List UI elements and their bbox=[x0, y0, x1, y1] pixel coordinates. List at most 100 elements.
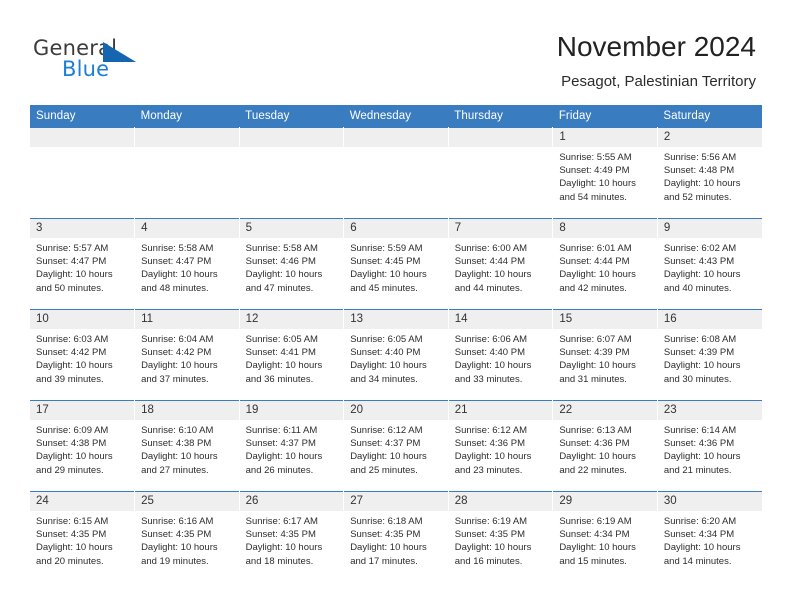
sunset-text: Sunset: 4:36 PM bbox=[454, 438, 525, 450]
day-details: Sunrise: 6:05 AM Sunset: 4:40 PM Daylight:… bbox=[344, 329, 448, 386]
calendar-day-cell[interactable]: 23 Sunrise: 6:14 AM Sunset: 4:36 PM Dayligh… bbox=[657, 400, 762, 492]
calendar-day-cell[interactable]: 10 Sunrise: 6:03 AM Sunset: 4:42 PM Dayligh… bbox=[30, 309, 136, 401]
calendar-week-row: 24 Sunrise: 6:15 AM Sunset: 4:35 PM Dayligh… bbox=[30, 491, 762, 582]
day-details: Sunrise: 6:15 AM Sunset: 4:35 PM Daylight:… bbox=[30, 511, 134, 568]
sunset-text: Sunset: 4:35 PM bbox=[141, 529, 212, 541]
daylight-text: Daylight: 10 hours and 31 minutes. bbox=[559, 360, 636, 385]
calendar-day-cell[interactable]: 15 Sunrise: 6:07 AM Sunset: 4:39 PM Dayligh… bbox=[552, 309, 658, 401]
calendar-day-cell[interactable]: 16 Sunrise: 6:08 AM Sunset: 4:39 PM Dayligh… bbox=[657, 309, 762, 401]
calendar-day-cell[interactable]: 11 Sunrise: 6:04 AM Sunset: 4:42 PM Dayligh… bbox=[134, 309, 240, 401]
calendar-grid: Sunday Monday Tuesday Wednesday Thursday… bbox=[30, 105, 762, 582]
weekday-header-tuesday: Tuesday bbox=[239, 105, 344, 128]
calendar-day-cell[interactable]: 1 Sunrise: 5:55 AM Sunset: 4:49 PM Daylight… bbox=[552, 127, 658, 219]
day-number bbox=[30, 128, 135, 147]
sunset-text: Sunset: 4:38 PM bbox=[141, 438, 212, 450]
weekday-header-friday: Friday bbox=[552, 105, 658, 128]
daylight-text: Daylight: 10 hours and 22 minutes. bbox=[559, 451, 636, 476]
sunset-text: Sunset: 4:39 PM bbox=[663, 347, 735, 359]
calendar-day-cell[interactable]: 6 Sunrise: 5:59 AM Sunset: 4:45 PM Daylight… bbox=[343, 218, 449, 310]
day-details: Sunrise: 6:06 AM Sunset: 4:40 PM Daylight:… bbox=[449, 329, 553, 386]
calendar-day-cell[interactable]: 27 Sunrise: 6:18 AM Sunset: 4:35 PM Dayligh… bbox=[343, 491, 449, 582]
day-details: Sunrise: 6:10 AM Sunset: 4:38 PM Daylight:… bbox=[135, 420, 239, 477]
sunset-text: Sunset: 4:35 PM bbox=[350, 529, 421, 541]
sunrise-text: Sunrise: 6:19 AM bbox=[559, 516, 632, 527]
calendar-day-cell[interactable]: 30 Sunrise: 6:20 AM Sunset: 4:34 PM Dayligh… bbox=[657, 491, 762, 582]
calendar-day-cell[interactable]: 17 Sunrise: 6:09 AM Sunset: 4:38 PM Dayligh… bbox=[30, 400, 136, 492]
calendar-day-cell[interactable]: 13 Sunrise: 6:05 AM Sunset: 4:40 PM Dayligh… bbox=[343, 309, 449, 401]
day-number: 12 bbox=[239, 310, 344, 329]
daylight-text: Daylight: 10 hours and 20 minutes. bbox=[36, 542, 113, 567]
daylight-text: Daylight: 10 hours and 47 minutes. bbox=[245, 269, 323, 294]
daylight-text: Daylight: 10 hours and 34 minutes. bbox=[350, 360, 427, 385]
calendar-day-cell[interactable]: 14 Sunrise: 6:06 AM Sunset: 4:40 PM Dayligh… bbox=[448, 309, 554, 401]
day-details: Sunrise: 6:19 AM Sunset: 4:35 PM Daylight:… bbox=[449, 511, 553, 568]
daylight-text: Daylight: 10 hours and 14 minutes. bbox=[663, 542, 741, 567]
day-details: Sunrise: 6:19 AM Sunset: 4:34 PM Daylight:… bbox=[553, 511, 657, 568]
day-number: 24 bbox=[30, 492, 135, 511]
calendar-day-cell[interactable]: 28 Sunrise: 6:19 AM Sunset: 4:35 PM Dayligh… bbox=[448, 491, 554, 582]
calendar-day-cell[interactable]: 7 Sunrise: 6:00 AM Sunset: 4:44 PM Daylight… bbox=[448, 218, 554, 310]
sunrise-text: Sunrise: 6:09 AM bbox=[36, 425, 109, 436]
logo[interactable]: General Blue bbox=[33, 36, 233, 92]
calendar-day-cell[interactable]: 25 Sunrise: 6:16 AM Sunset: 4:35 PM Dayligh… bbox=[134, 491, 240, 582]
calendar-day-cell[interactable]: 29 Sunrise: 6:19 AM Sunset: 4:34 PM Dayligh… bbox=[552, 491, 658, 582]
sunrise-text: Sunrise: 6:14 AM bbox=[663, 425, 737, 436]
sunrise-text: Sunrise: 6:13 AM bbox=[559, 425, 632, 436]
calendar-day-cell[interactable]: 5 Sunrise: 5:58 AM Sunset: 4:46 PM Daylight… bbox=[239, 218, 345, 310]
day-details: Sunrise: 5:57 AM Sunset: 4:47 PM Daylight:… bbox=[30, 238, 134, 295]
day-details: Sunrise: 6:11 AM Sunset: 4:37 PM Daylight:… bbox=[240, 420, 344, 477]
day-number: 2 bbox=[657, 128, 762, 147]
day-details: Sunrise: 5:58 AM Sunset: 4:46 PM Daylight:… bbox=[240, 238, 344, 295]
day-number: 6 bbox=[344, 219, 448, 238]
calendar-day-cell[interactable]: 18 Sunrise: 6:10 AM Sunset: 4:38 PM Dayligh… bbox=[134, 400, 240, 492]
calendar-week-row: 3 Sunrise: 5:57 AM Sunset: 4:47 PM Daylight… bbox=[30, 218, 762, 310]
calendar-day-cell[interactable]: 4 Sunrise: 5:58 AM Sunset: 4:47 PM Daylight… bbox=[134, 218, 240, 310]
sunset-text: Sunset: 4:40 PM bbox=[350, 347, 421, 359]
daylight-text: Daylight: 10 hours and 39 minutes. bbox=[36, 360, 113, 385]
sunset-text: Sunset: 4:42 PM bbox=[36, 347, 107, 359]
sunset-text: Sunset: 4:47 PM bbox=[141, 256, 212, 268]
calendar-day-cell[interactable]: 24 Sunrise: 6:15 AM Sunset: 4:35 PM Dayligh… bbox=[30, 491, 136, 582]
day-number: 4 bbox=[135, 219, 239, 238]
day-number: 20 bbox=[344, 401, 448, 420]
calendar-day-cell[interactable]: 19 Sunrise: 6:11 AM Sunset: 4:37 PM Dayligh… bbox=[239, 400, 345, 492]
day-number: 1 bbox=[553, 128, 657, 147]
day-details: Sunrise: 6:12 AM Sunset: 4:36 PM Daylight:… bbox=[449, 420, 553, 477]
sunset-text: Sunset: 4:48 PM bbox=[663, 165, 735, 177]
weekday-header-saturday: Saturday bbox=[657, 105, 762, 128]
day-details: Sunrise: 6:04 AM Sunset: 4:42 PM Daylight:… bbox=[135, 329, 239, 386]
calendar-day-cell[interactable]: 12 Sunrise: 6:05 AM Sunset: 4:41 PM Dayligh… bbox=[239, 309, 345, 401]
sunrise-text: Sunrise: 5:57 AM bbox=[36, 243, 109, 254]
day-details: Sunrise: 6:05 AM Sunset: 4:41 PM Daylight:… bbox=[240, 329, 344, 386]
daylight-text: Daylight: 10 hours and 48 minutes. bbox=[141, 269, 218, 294]
calendar-day-cell-empty bbox=[448, 127, 554, 219]
daylight-text: Daylight: 10 hours and 33 minutes. bbox=[454, 360, 532, 385]
sunrise-text: Sunrise: 6:12 AM bbox=[350, 425, 423, 436]
day-number: 26 bbox=[239, 492, 344, 511]
sunrise-text: Sunrise: 6:06 AM bbox=[454, 334, 528, 345]
calendar-day-cell[interactable]: 9 Sunrise: 6:02 AM Sunset: 4:43 PM Daylight… bbox=[657, 218, 762, 310]
day-number: 9 bbox=[657, 219, 762, 238]
calendar-day-cell[interactable]: 8 Sunrise: 6:01 AM Sunset: 4:44 PM Daylight… bbox=[552, 218, 658, 310]
day-number: 30 bbox=[657, 492, 762, 511]
calendar-day-cell[interactable]: 3 Sunrise: 5:57 AM Sunset: 4:47 PM Daylight… bbox=[30, 218, 136, 310]
calendar-day-cell[interactable]: 22 Sunrise: 6:13 AM Sunset: 4:36 PM Dayligh… bbox=[552, 400, 658, 492]
day-number: 11 bbox=[135, 310, 239, 329]
sunrise-text: Sunrise: 6:10 AM bbox=[141, 425, 214, 436]
day-number: 8 bbox=[553, 219, 657, 238]
calendar-day-cell[interactable]: 20 Sunrise: 6:12 AM Sunset: 4:37 PM Dayligh… bbox=[343, 400, 449, 492]
day-details: Sunrise: 6:14 AM Sunset: 4:36 PM Daylight:… bbox=[658, 420, 762, 477]
sunset-text: Sunset: 4:44 PM bbox=[454, 256, 525, 268]
calendar-day-cell[interactable]: 2 Sunrise: 5:56 AM Sunset: 4:48 PM Daylight… bbox=[657, 127, 762, 219]
daylight-text: Daylight: 10 hours and 17 minutes. bbox=[350, 542, 427, 567]
daylight-text: Daylight: 10 hours and 54 minutes. bbox=[559, 178, 636, 203]
day-details: Sunrise: 6:07 AM Sunset: 4:39 PM Daylight:… bbox=[553, 329, 657, 386]
daylight-text: Daylight: 10 hours and 18 minutes. bbox=[245, 542, 323, 567]
sunrise-text: Sunrise: 6:18 AM bbox=[350, 516, 423, 527]
sunrise-text: Sunrise: 6:20 AM bbox=[663, 516, 737, 527]
day-number: 17 bbox=[30, 401, 135, 420]
calendar-day-cell[interactable]: 26 Sunrise: 6:17 AM Sunset: 4:35 PM Dayligh… bbox=[239, 491, 345, 582]
sunset-text: Sunset: 4:34 PM bbox=[559, 529, 630, 541]
day-number: 23 bbox=[657, 401, 762, 420]
calendar-day-cell[interactable]: 21 Sunrise: 6:12 AM Sunset: 4:36 PM Dayligh… bbox=[448, 400, 554, 492]
